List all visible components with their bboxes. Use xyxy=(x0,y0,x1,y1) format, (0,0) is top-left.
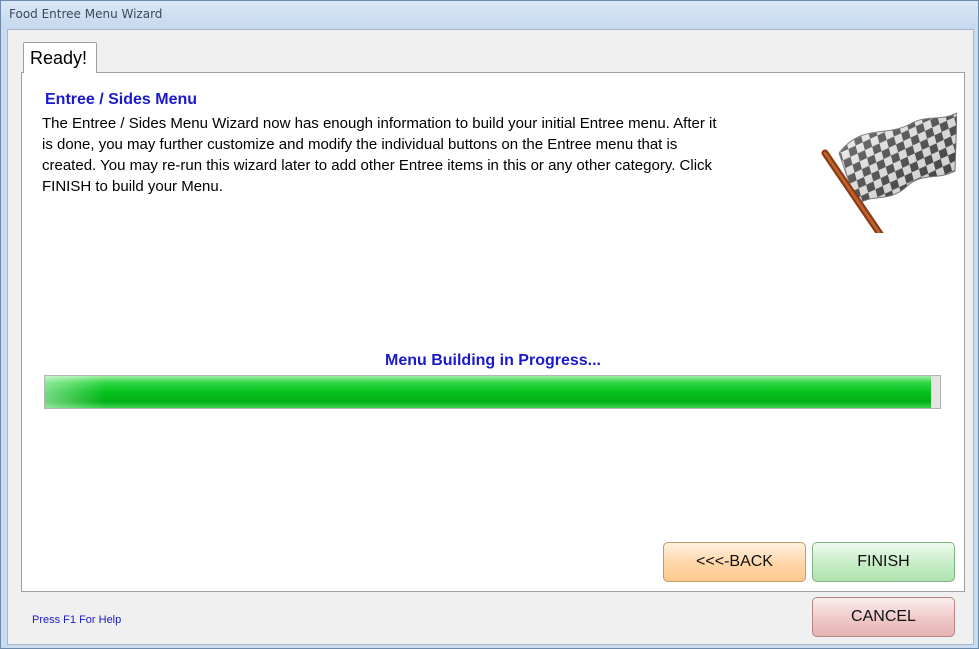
tab-ready[interactable]: Ready! xyxy=(23,42,97,73)
back-button[interactable]: <<<-BACK xyxy=(663,542,806,582)
cancel-button[interactable]: CANCEL xyxy=(812,597,955,637)
title-bar[interactable]: Food Entree Menu Wizard xyxy=(1,1,978,29)
wizard-window: Food Entree Menu Wizard Ready! Entree / … xyxy=(0,0,979,649)
tab-label: Ready! xyxy=(30,48,88,68)
instructions-text: The Entree / Sides Menu Wizard now has e… xyxy=(42,115,717,195)
window-title: Food Entree Menu Wizard xyxy=(9,7,163,21)
section-heading: Entree / Sides Menu xyxy=(45,91,198,108)
finish-button[interactable]: FINISH xyxy=(812,542,955,582)
progress-caption: Menu Building in Progress... xyxy=(384,352,601,369)
tab-panel: Entree / Sides Menu The Entree / Sides M… xyxy=(21,72,965,592)
checkered-flag-icon xyxy=(821,112,957,233)
help-hint: Press F1 For Help xyxy=(32,614,122,626)
wizard-client-area: Ready! Entree / Sides Menu The Entree / … xyxy=(7,29,974,645)
progress-fill xyxy=(45,376,932,408)
menu-build-progress-bar xyxy=(44,375,941,409)
